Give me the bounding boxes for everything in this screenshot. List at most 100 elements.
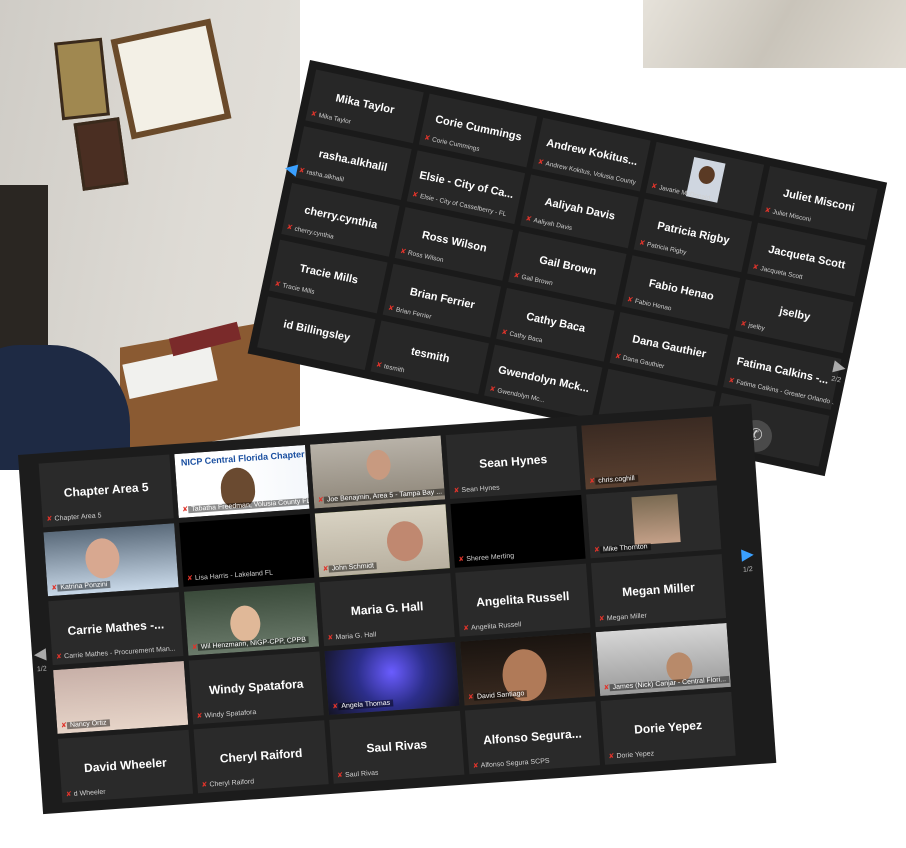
participant-tile[interactable]: David Wheeler ✘ d Wheeler xyxy=(57,729,194,803)
mic-muted-icon: ✘ xyxy=(65,791,72,799)
participant-display-name: Alfonso Segura... xyxy=(482,726,583,748)
participant-tile[interactable]: ✘ James (Nick) Canjar - Central Flori... xyxy=(595,622,731,696)
mic-muted-icon: ✘ xyxy=(488,385,496,394)
mic-muted-icon: ✘ xyxy=(626,296,634,305)
participant-name-label: Mika Taylor xyxy=(317,112,352,126)
mic-muted-icon: ✘ xyxy=(739,320,748,329)
mic-muted-icon: ✘ xyxy=(310,110,318,119)
participant-display-name: Maria G. Hall xyxy=(350,599,424,619)
mic-muted-icon: ✘ xyxy=(336,772,344,780)
mic-muted-icon: ✘ xyxy=(512,272,521,281)
participant-face xyxy=(84,537,121,580)
mic-muted-icon: ✘ xyxy=(387,304,395,313)
chapter-logo: NICP Central Florida Chapter xyxy=(180,449,305,468)
participant-name-label: cherry.cynthia xyxy=(293,225,335,241)
participant-display-name: Windy Spatafora xyxy=(208,676,304,698)
participant-name-label: Sheree Merting xyxy=(466,552,515,563)
prev-page-button[interactable]: ◀ xyxy=(33,644,47,665)
participant-name-label: Gwendolyn Mc... xyxy=(496,387,546,405)
next-page-button[interactable]: ▶ xyxy=(741,544,755,565)
wall-plaque xyxy=(73,117,129,191)
page-indicator: 1/2 xyxy=(742,566,754,574)
participant-name-label: Cheryl Raiford xyxy=(209,778,255,789)
participant-tile[interactable]: ✘ Lisa Harris - Lakeland FL xyxy=(179,513,315,587)
participant-tile[interactable]: ✘ Joe Benajmin, Area 5 - Tampa Bay ... xyxy=(309,435,446,509)
participant-display-name: Sean Hynes xyxy=(478,452,548,472)
participant-name-label: Juliet Misconi xyxy=(771,208,812,224)
participant-display-name: Angelita Russell xyxy=(475,589,570,610)
participant-name-label: Carrie Mathes - Procurement Man... xyxy=(63,645,176,661)
participant-name-label: Brian Ferrier xyxy=(395,306,432,321)
background-photo xyxy=(0,0,300,470)
participant-tile[interactable]: Maria G. Hall ✘ Maria G. Hall xyxy=(319,573,455,647)
mic-muted-icon: ✘ xyxy=(327,634,334,642)
mic-muted-icon: ✘ xyxy=(273,280,282,289)
participant-name-label: Corie Cummings xyxy=(431,136,481,154)
mic-muted-icon: ✘ xyxy=(500,328,509,337)
background-photo-top-right xyxy=(643,0,906,68)
participant-tile[interactable]: Dorie Yepez ✘ Dorie Yepez xyxy=(600,691,736,765)
participant-name-label: Tracie Mills xyxy=(281,282,316,296)
participant-tile[interactable]: Cheryl Raiford ✘ Cheryl Raiford xyxy=(193,720,329,794)
participant-name-label: Gail Brown xyxy=(520,273,554,288)
participant-name-label: Dana Gauthier xyxy=(622,354,665,371)
mic-muted-icon: ✘ xyxy=(201,781,208,789)
mic-muted-icon: ✘ xyxy=(375,361,383,370)
participant-name-label: Saul Rivas xyxy=(344,769,379,779)
participant-tile[interactable]: Chapter Area 5 ✘ Chapter Area 5 xyxy=(38,454,174,528)
participant-face xyxy=(229,604,262,643)
mic-muted-icon: ✘ xyxy=(46,515,53,524)
participant-display-name: Saul Rivas xyxy=(365,737,428,756)
participant-tile[interactable]: ✘ Nancy Ortiz xyxy=(53,660,189,734)
participant-name-label: Jacqueta Scott xyxy=(759,265,804,282)
mic-muted-icon: ✘ xyxy=(298,167,306,176)
participant-tile[interactable]: Carrie Mathes -... ✘ Carrie Mathes - Procu… xyxy=(48,592,184,666)
participant-display-name: id Billingsley xyxy=(282,318,352,344)
mic-muted-icon: ✘ xyxy=(614,352,622,362)
participant-tile[interactable]: Alfonso Segura... ✘ Alfonso Segura SCPS xyxy=(464,701,601,775)
mic-muted-icon: ✘ xyxy=(537,158,545,167)
participant-tile[interactable]: ✘ Sheree Merting xyxy=(450,494,586,568)
participant-display-name: Megan Miller xyxy=(621,580,696,600)
participant-display-name: David Wheeler xyxy=(83,755,168,776)
participant-name-label: Fabio Henao xyxy=(634,297,673,313)
participant-grid-page-2: Mika Taylor ✘ Mika Taylor Corie Cummings ✘ Co… xyxy=(247,60,888,477)
participant-tile[interactable]: ✘ Wil Henzmann, NIGP-CPP, CPPB xyxy=(183,582,320,656)
participant-display-name: Carrie Mathes -... xyxy=(67,617,165,639)
participant-name-label: Sean Hynes xyxy=(461,484,500,495)
mic-muted-icon: ✘ xyxy=(650,182,658,191)
profile-picture xyxy=(631,494,681,546)
participant-tile[interactable]: ✘ Angela Thomas xyxy=(324,641,460,715)
participant-name-label: jselby xyxy=(747,322,766,333)
participant-tile[interactable]: ✘ David Santiago xyxy=(460,632,596,706)
participant-name-label: tesmith xyxy=(383,363,406,375)
participant-name-label: Megan Miller xyxy=(606,612,648,623)
participant-tile[interactable]: NICP Central Florida Chapter ✘ Tabatha Fre… xyxy=(174,444,310,518)
participant-grid-page-1: Chapter Area 5 ✘ Chapter Area 5 NICP Centra… xyxy=(18,403,777,815)
mic-muted-icon: ✘ xyxy=(608,753,615,761)
wall-certificate xyxy=(110,18,232,140)
participant-tile[interactable]: ✘ John Schmidt xyxy=(314,504,450,578)
mic-muted-icon: ✘ xyxy=(196,712,203,721)
page-indicator-left: 1/2 xyxy=(36,665,47,674)
participant-tile[interactable]: Megan Miller ✘ Megan Miller xyxy=(590,554,727,628)
participant-tile[interactable]: Angelita Russell ✘ Angelita Russell xyxy=(455,563,591,637)
participant-tile[interactable]: ✘ Mike Thornton xyxy=(586,485,722,559)
participant-tile[interactable]: Sean Hynes ✘ Sean Hynes xyxy=(445,425,581,499)
mic-muted-icon: ✘ xyxy=(763,206,772,215)
next-page-button[interactable]: ▶ xyxy=(832,356,848,378)
participant-tile[interactable]: Saul Rivas ✘ Saul Rivas xyxy=(329,710,465,784)
mic-muted-icon: ✘ xyxy=(453,487,460,495)
mic-muted-icon: ✘ xyxy=(186,575,194,583)
participant-tile[interactable]: ✘ chris.coghill xyxy=(581,416,717,490)
participant-name-label: Lisa Harris - Lakeland FL xyxy=(194,569,274,582)
mic-muted-icon: ✘ xyxy=(285,223,294,232)
participant-tile[interactable]: ✘ Katrina Ponzini xyxy=(43,523,179,597)
participant-name-label: Patricia Rigby xyxy=(646,241,687,257)
participant-display-name: Dorie Yepez xyxy=(633,718,703,737)
mic-muted-icon: ✘ xyxy=(472,762,479,771)
mic-muted-icon: ✘ xyxy=(458,556,465,564)
participant-name-label: Ross Wilson xyxy=(407,249,445,265)
participant-tile[interactable]: Windy Spatafora ✘ Windy Spatafora xyxy=(188,651,324,725)
participant-name-label: Maria G. Hall xyxy=(335,631,377,642)
